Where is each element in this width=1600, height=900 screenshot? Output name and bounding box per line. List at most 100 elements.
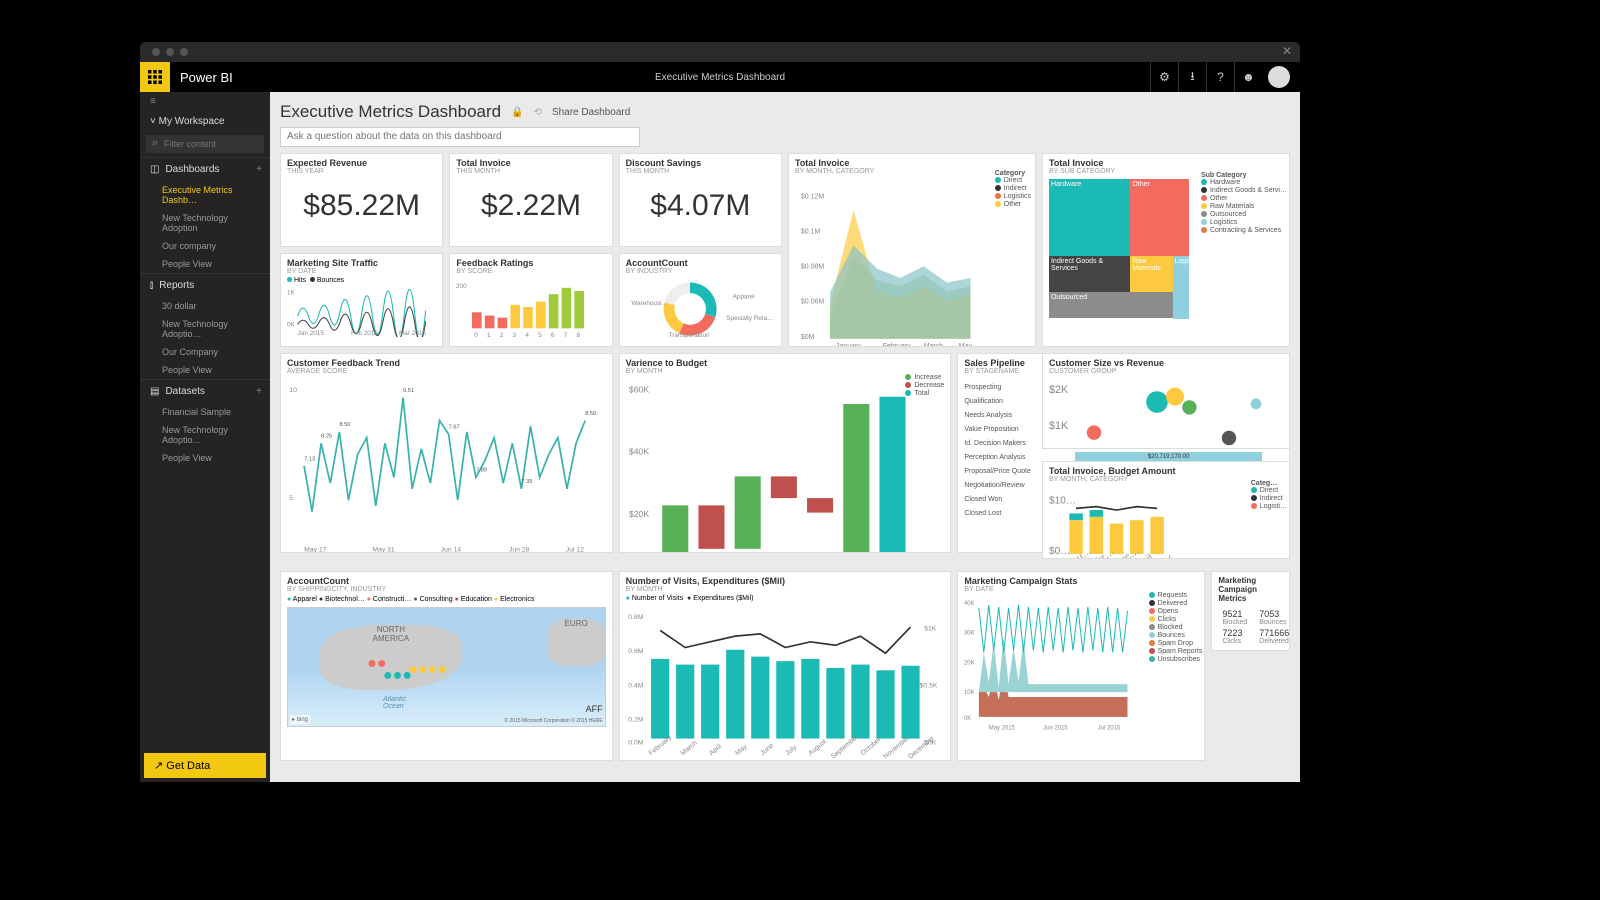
close-icon[interactable]: ✕: [1282, 44, 1292, 58]
tile-account-donut[interactable]: AccountCount BY INDUSTRY Warehousi… Appa…: [619, 253, 782, 347]
svg-text:March: March: [679, 739, 698, 757]
legend-item: Logistics: [1004, 193, 1031, 200]
help-icon[interactable]: ?: [1206, 62, 1234, 92]
nav-section-datasets[interactable]: ▤ Datasets+: [140, 379, 270, 403]
tile-total-invoice-month[interactable]: Total Invoice THIS MONTH $2.22M: [449, 153, 612, 247]
svg-text:Mar 2015: Mar 2015: [399, 330, 426, 337]
svg-text:May 17: May 17: [304, 546, 327, 553]
tile-customer-size-revenue[interactable]: Customer Size vs Revenue CUSTOMER GROUP …: [1042, 353, 1290, 449]
avatar[interactable]: [1268, 66, 1290, 88]
tile-title: Discount Savings: [626, 158, 775, 168]
tile-feedback-trend[interactable]: Customer Feedback Trend AVERAGE SCORE 10…: [280, 353, 613, 553]
share-button[interactable]: Share Dashboard: [552, 107, 630, 118]
treemap-cell: Logistics: [1173, 256, 1190, 319]
legend-title: Sub Category: [1201, 172, 1287, 179]
svg-text:0K: 0K: [964, 715, 971, 721]
svg-text:$1K: $1K: [924, 625, 937, 632]
nav-item-dashboard[interactable]: Our company: [140, 237, 270, 255]
share-icon[interactable]: ⟲: [534, 107, 542, 118]
funnel-stage-label: Id. Decision Makers: [964, 440, 1054, 447]
svg-text:$0…: $0…: [1049, 545, 1070, 556]
svg-text:May: May: [734, 743, 749, 757]
window-dot[interactable]: [180, 48, 188, 56]
funnel-stage-label: Closed Lost: [964, 510, 1054, 517]
add-icon[interactable]: +: [256, 164, 262, 175]
legend-item: Constructi…: [373, 596, 412, 603]
settings-icon[interactable]: ⚙: [1150, 62, 1178, 92]
qna-input[interactable]: [280, 127, 640, 147]
tile-discount-savings[interactable]: Discount Savings THIS MONTH $4.07M: [619, 153, 782, 247]
svg-text:9.51: 9.51: [403, 388, 414, 394]
nav-item-dataset[interactable]: People View: [140, 449, 270, 467]
nav-item-dataset[interactable]: Financial Sample: [140, 403, 270, 421]
funnel-stage-label: Perception Analysis: [964, 454, 1054, 461]
nav-collapse-icon[interactable]: ≡: [140, 92, 270, 112]
top-bar: Power BI Executive Metrics Dashboard ⚙ ⭳…: [140, 62, 1300, 92]
tile-campaign-metrics[interactable]: Marketing Campaign Metrics 9521Blocked70…: [1211, 571, 1290, 651]
workspace-selector[interactable]: ˅ My Workspace: [140, 112, 270, 131]
tile-account-map[interactable]: AccountCount BY SHIPPINGCITY, INDUSTRY ●…: [280, 571, 613, 761]
tile-expected-revenue[interactable]: Expected Revenue THIS YEAR $85.22M: [280, 153, 443, 247]
tile-variance-budget[interactable]: Varience to Budget BY MONTH Increase Dec…: [619, 353, 952, 553]
nav-item-dashboard[interactable]: New Technology Adoption: [140, 209, 270, 237]
nav-item-dashboard[interactable]: People View: [140, 255, 270, 273]
map-copyright: © 2015 Microsoft Corporation © 2015 HERE: [504, 718, 602, 724]
window-dot[interactable]: [152, 48, 160, 56]
app-window: ✕ Power BI Executive Metrics Dashboard ⚙…: [140, 42, 1300, 782]
tile-campaign-stats[interactable]: Marketing Campaign Stats BY DATE Request…: [957, 571, 1205, 761]
svg-text:July: July: [784, 743, 798, 757]
svg-text:2: 2: [500, 331, 504, 338]
legend-item: Biotechnol…: [325, 596, 365, 603]
funnel-stage-label: Value Proposition: [964, 426, 1054, 433]
legend-item: Apparel: [293, 596, 317, 603]
tile-title: Total Invoice, Budget Amount: [1049, 466, 1283, 476]
nav-section-dashboards[interactable]: ◫ Dashboards+: [140, 157, 270, 181]
feedback-icon[interactable]: ☻: [1234, 62, 1262, 92]
legend-item: Hardware: [1210, 179, 1240, 186]
tile-subtitle: THIS YEAR: [287, 168, 436, 175]
tile-subtitle: BY MONTH, CATEGORY: [1049, 476, 1283, 483]
nav-item-report[interactable]: 30 dollar: [140, 297, 270, 315]
treemap-cell: Hardware: [1049, 179, 1130, 256]
tile-title: Marketing Campaign Metrics: [1218, 576, 1283, 603]
add-icon[interactable]: +: [256, 386, 262, 397]
legend-item: Decrease: [914, 382, 944, 389]
tile-invoice-treemap[interactable]: Total Invoice BY SUB CATEGORY Sub Catego…: [1042, 153, 1290, 347]
svg-text:$20K: $20K: [629, 508, 649, 518]
get-data-button[interactable]: ↗ Get Data: [144, 753, 266, 778]
nav-item-report[interactable]: People View: [140, 361, 270, 379]
tile-title: Customer Size vs Revenue: [1049, 358, 1283, 368]
svg-text:$0.1M: $0.1M: [801, 228, 821, 235]
svg-text:Jul 12: Jul 12: [566, 546, 584, 553]
legend-item: Logisti…: [1260, 503, 1287, 510]
funnel-stage-label: Proposal/Price Quote: [964, 468, 1054, 475]
download-icon[interactable]: ⭳: [1178, 62, 1206, 92]
svg-text:7.13: 7.13: [304, 456, 315, 462]
line-chart: 105 7.138.258.509.517.677.897.358.50 May…: [287, 375, 606, 553]
kpi-value: $4.07M: [626, 189, 775, 223]
tile-site-traffic[interactable]: Marketing Site Traffic BY DATE Hits Boun…: [280, 253, 443, 347]
window-dot[interactable]: [166, 48, 174, 56]
app-name: Power BI: [180, 70, 233, 85]
funnel-stage-label: Closed Won: [964, 496, 1054, 503]
nav-item-dataset[interactable]: New Technology Adoptio…: [140, 421, 270, 449]
filter-input[interactable]: [146, 135, 264, 153]
tile-invoice-budget[interactable]: Total Invoice, Budget Amount BY MONTH, C…: [1042, 461, 1290, 559]
svg-text:1K: 1K: [287, 289, 296, 296]
nav-section-reports[interactable]: ⫾ Reports: [140, 273, 270, 297]
svg-text:7: 7: [564, 331, 568, 338]
svg-text:0.2M: 0.2M: [628, 716, 643, 723]
nav-item-report[interactable]: Our Company: [140, 343, 270, 361]
svg-text:Feb 2015: Feb 2015: [351, 330, 378, 337]
svg-text:30K: 30K: [964, 630, 975, 636]
dashboard-canvas: Executive Metrics Dashboard 🔒 ⟲ Share Da…: [270, 92, 1300, 782]
tile-feedback-ratings[interactable]: Feedback Ratings BY SCORE 200 012345678: [449, 253, 612, 347]
nav-item-report[interactable]: New Technology Adoptio…: [140, 315, 270, 343]
svg-text:8.25: 8.25: [321, 433, 332, 439]
nav-item-dashboard[interactable]: Executive Metrics Dashb…: [140, 181, 270, 209]
tile-visits-expenditures[interactable]: Number of Visits, Expenditures ($Mil) BY…: [619, 571, 952, 761]
svg-text:$0.12M: $0.12M: [801, 193, 825, 200]
tile-invoice-area[interactable]: Total Invoice BY MONTH, CATEGORY Categor…: [788, 153, 1036, 347]
waffle-icon[interactable]: [140, 62, 170, 92]
svg-text:$2K: $2K: [1049, 384, 1069, 396]
